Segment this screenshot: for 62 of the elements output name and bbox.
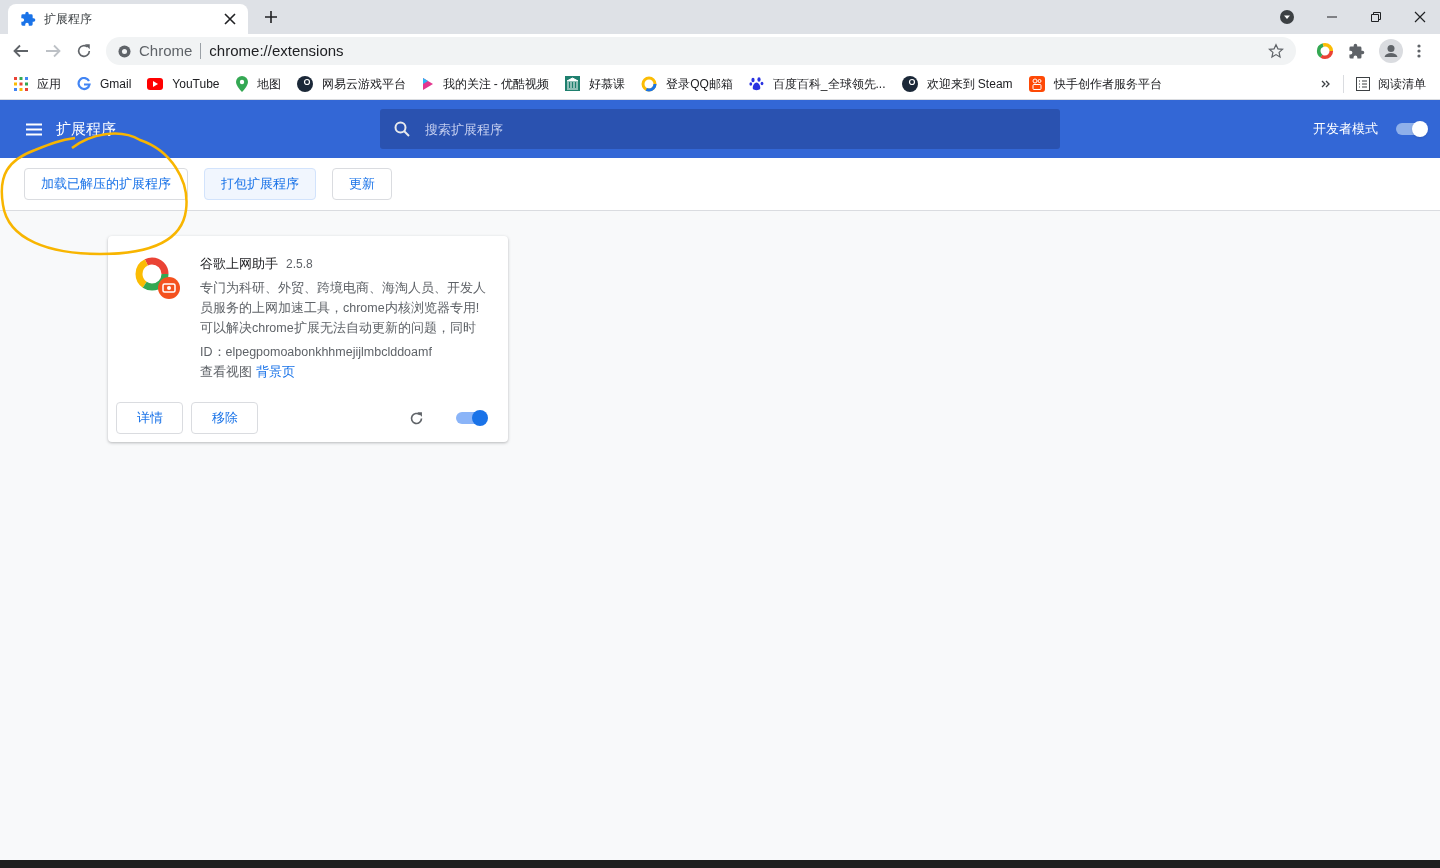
toolbar-button[interactable]: 加载已解压的扩展程序 — [24, 168, 188, 200]
extension-toggle[interactable] — [456, 410, 488, 426]
search-icon — [394, 121, 410, 137]
g-logo-icon — [77, 76, 91, 91]
profile-avatar-icon[interactable] — [1379, 39, 1403, 63]
close-icon[interactable] — [224, 13, 236, 25]
puzzle-icon — [20, 11, 36, 27]
back-arrow-icon[interactable] — [12, 42, 30, 60]
toolbar-button[interactable]: 更新 — [332, 168, 392, 200]
star-icon[interactable] — [1268, 43, 1284, 59]
bookmark-item[interactable]: 地图 — [235, 74, 281, 93]
tab-title: 扩展程序 — [44, 11, 93, 28]
remove-button[interactable]: 移除 — [191, 402, 258, 434]
play-logo-icon — [147, 77, 164, 90]
toolbar-button[interactable]: 打包扩展程序 — [204, 168, 316, 200]
bookmark-item[interactable]: 快手创作者服务平台 — [1028, 74, 1162, 93]
bookmark-item[interactable]: 好慕课 — [565, 74, 626, 93]
details-button[interactable]: 详情 — [116, 402, 183, 434]
extension-description: 专门为科研、外贸、跨境电商、海淘人员、开发人员服务的上网加速工具，chrome内核浏览器专用!可以解决chrome扩展无法自动更新的问题，同时 — [200, 279, 487, 337]
extension-id: ID：elpegpomoabonkhhmejijlmbclddoamf — [200, 343, 433, 361]
chevron-icon[interactable] — [1321, 78, 1331, 89]
restore-icon[interactable] — [1370, 11, 1382, 23]
menu-dots-icon[interactable] — [1417, 44, 1421, 58]
chrome-logo-icon — [118, 44, 131, 58]
bookmark-item[interactable]: YouTube — [147, 74, 220, 93]
site-label: Chrome — [139, 40, 193, 61]
browser-tab[interactable]: 扩展程序 — [8, 4, 248, 34]
extension-version: 2.5.8 — [286, 256, 313, 273]
puzzle-icon[interactable] — [1348, 42, 1365, 60]
play-logo-icon — [421, 76, 434, 91]
camera-logo-icon — [1028, 75, 1045, 92]
bookmark-item[interactable]: 登录QQ邮箱 — [641, 74, 733, 93]
reload-icon[interactable] — [76, 43, 92, 59]
bookmark-item[interactable]: 欢迎来到 Steam — [901, 74, 1013, 93]
ring-logo-icon[interactable] — [1316, 42, 1334, 60]
reading-list-button[interactable]: 阅读清单 — [1356, 74, 1426, 93]
bookmark-item[interactable]: Gmail — [77, 74, 132, 93]
map-pin-icon — [235, 75, 248, 92]
address-bar[interactable]: Chrome chrome://extensions — [106, 37, 1296, 65]
reload-icon[interactable] — [409, 410, 424, 426]
apps-grid-icon — [14, 76, 28, 91]
url-text: chrome://extensions — [209, 40, 345, 61]
developer-mode-toggle[interactable] — [1396, 121, 1428, 137]
bookmark-item[interactable]: 我的关注 - 优酷视频 — [421, 74, 550, 93]
inspect-views-label: 查看视图 — [200, 363, 252, 381]
extension-name: 谷歌上网助手 — [200, 255, 278, 273]
round-logo-icon — [901, 75, 918, 92]
ring-logo-icon — [641, 75, 658, 92]
new-tab-icon[interactable] — [264, 10, 278, 24]
dropdown-icon[interactable] — [1280, 10, 1294, 24]
building-logo-icon — [565, 76, 581, 91]
developer-mode-label: 开发者模式 — [1313, 120, 1378, 139]
round-logo-icon — [296, 75, 313, 92]
list-icon — [1356, 76, 1370, 91]
search-field[interactable]: 搜索扩展程序 — [380, 109, 1060, 149]
close-icon[interactable] — [1414, 11, 1426, 23]
paw-icon — [748, 76, 764, 91]
bookmark-item[interactable]: 应用 — [14, 74, 61, 93]
menu-icon[interactable] — [26, 122, 42, 136]
bookmark-item[interactable]: 网易云游戏平台 — [296, 74, 406, 93]
background-page-link[interactable]: 背景页 — [256, 361, 295, 382]
bookmark-item[interactable]: 百度百科_全球领先... — [748, 74, 886, 93]
